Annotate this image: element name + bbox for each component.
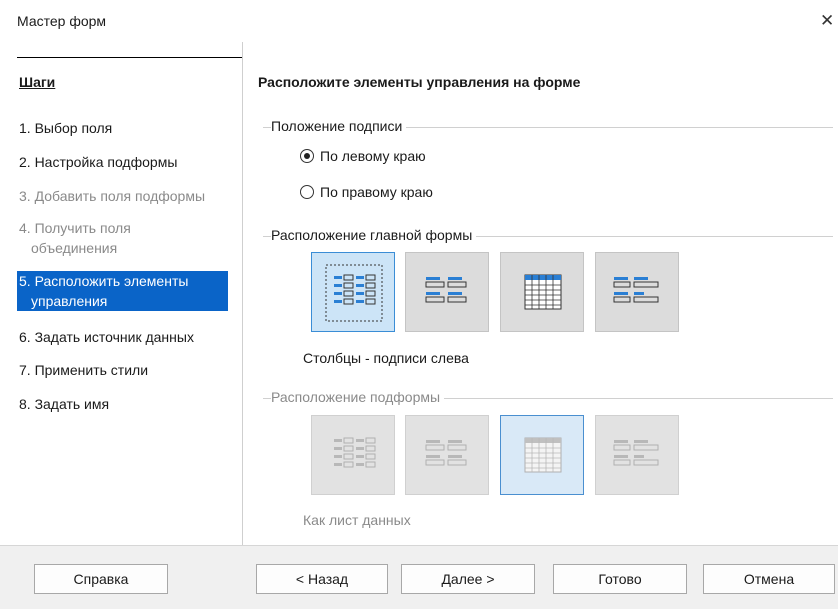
button-bar: Справка < Назад Далее > Готово Отмена — [0, 545, 838, 609]
page-title: Расположите элементы управления на форме — [258, 74, 581, 90]
step-4-join-fields: 4. Получить поля объединения — [19, 220, 131, 256]
layout-blocks-labels-top-button[interactable] — [595, 252, 679, 332]
main-panel: Расположите элементы управления на форме… — [243, 42, 838, 545]
sidebar-divider — [17, 57, 242, 58]
back-button[interactable]: < Назад — [256, 564, 388, 594]
blocks-labels-top-icon — [613, 277, 659, 303]
title-bar: Мастер форм ✕ — [0, 0, 838, 42]
step-1-select-field[interactable]: 1. Выбор поля — [19, 118, 234, 138]
main-layout-caption: Столбцы - подписи слева — [303, 350, 469, 366]
finish-button[interactable]: Готово — [553, 564, 687, 594]
step-7-apply-styles[interactable]: 7. Применить стили — [19, 360, 234, 380]
help-button[interactable]: Справка — [34, 564, 168, 594]
step-6-data-source[interactable]: 6. Задать источник данных — [19, 327, 234, 347]
step-8-set-name[interactable]: 8. Задать имя — [19, 394, 234, 414]
next-button[interactable]: Далее > — [401, 564, 535, 594]
layout-columns-labels-left-button[interactable] — [311, 252, 395, 332]
window-title: Мастер форм — [17, 13, 107, 29]
datasheet-icon — [524, 437, 562, 473]
sub-layout-group-label: Расположение подформы — [271, 389, 445, 405]
columns-labels-top-icon — [425, 277, 467, 303]
sub-layout-columns-labels-top-button — [405, 415, 489, 495]
columns-labels-left-icon — [325, 264, 383, 322]
radio-selected-icon[interactable] — [300, 149, 314, 163]
radio-unselected-icon[interactable] — [300, 185, 314, 199]
datasheet-icon — [524, 274, 562, 310]
sub-layout-columns-labels-left-button — [311, 415, 395, 495]
columns-labels-top-icon — [425, 440, 467, 466]
layout-datasheet-button[interactable] — [500, 252, 584, 332]
close-icon[interactable]: ✕ — [820, 11, 838, 31]
step-3-add-subform-fields: 3. Добавить поля подформы — [19, 188, 206, 204]
steps-title: Шаги — [19, 74, 56, 90]
layout-columns-labels-top-button[interactable] — [405, 252, 489, 332]
step-2-subform-setup[interactable]: 2. Настройка подформы — [19, 152, 234, 172]
radio-label-left[interactable]: По левому краю — [300, 148, 426, 164]
steps-sidebar: Шаги 1. Выбор поля 2. Настройка подформы… — [0, 42, 243, 545]
blocks-labels-top-icon — [613, 440, 659, 466]
columns-labels-left-icon — [334, 437, 376, 468]
sub-layout-blocks-labels-top-button — [595, 415, 679, 495]
label-position-group-label: Положение подписи — [271, 118, 407, 134]
main-layout-group-label: Расположение главной формы — [271, 227, 477, 243]
sub-layout-datasheet-button — [500, 415, 584, 495]
step-5-arrange-controls[interactable]: 5. Расположить элементы управления — [17, 271, 228, 311]
cancel-button[interactable]: Отмена — [703, 564, 835, 594]
radio-label-right[interactable]: По правому краю — [300, 184, 433, 200]
sub-layout-caption: Как лист данных — [303, 512, 411, 528]
